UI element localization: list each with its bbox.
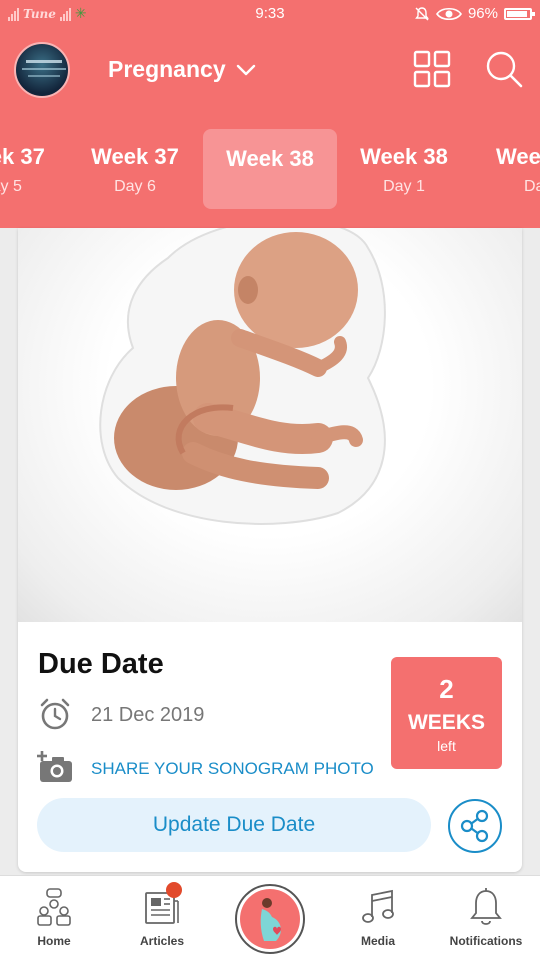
pregnancy-center-button[interactable] [235, 884, 305, 954]
app-header: Pregnancy [0, 28, 540, 110]
share-icon [460, 809, 489, 843]
nav-articles[interactable]: Articles [108, 876, 216, 960]
due-date-card: Due Date 21 Dec 2019 SHARE YOUR SONOGRAM… [18, 228, 522, 872]
weeks-left-unit: WEEKS [407, 711, 485, 734]
week-tab-selected[interactable]: Week 38 [203, 129, 337, 209]
week-label: Week 37 [0, 144, 45, 169]
weeks-left-badge: 2 WEEKS left [391, 657, 502, 769]
week-label: Week 38 [496, 144, 540, 169]
nav-home[interactable]: Home [0, 876, 108, 960]
week-label: Week 38 [360, 144, 448, 169]
nav-home-label: Home [37, 934, 71, 948]
week-tab[interactable]: Week 37 Day 5 [0, 129, 68, 209]
day-label: Day 6 [114, 178, 156, 195]
nav-notifications[interactable]: Notifications [432, 876, 540, 960]
search-icon[interactable] [485, 50, 523, 88]
share-button[interactable] [448, 799, 502, 853]
alarm-off-icon [415, 6, 429, 20]
update-due-date-button[interactable]: Update Due Date [37, 798, 431, 852]
eye-icon [435, 7, 462, 20]
pregnant-mother-icon [240, 889, 300, 949]
week-label: Week 37 [91, 144, 179, 169]
week-tab[interactable]: Week 38 Day 2 [472, 129, 540, 209]
grid-view-icon[interactable] [413, 50, 451, 88]
week-tab[interactable]: Week 37 Day 6 [68, 129, 202, 209]
fetus-image [99, 228, 386, 525]
bottom-nav: Home Articles Media Notifications [0, 875, 540, 960]
articles-notification-badge [166, 882, 182, 898]
week-tab[interactable]: Week 38 Day 1 [337, 129, 471, 209]
nav-media-label: Media [360, 934, 395, 948]
status-bar: Tune ✳ 9:33 96% [0, 0, 540, 28]
weeks-left-number: 2 [439, 674, 454, 704]
add-photo-icon[interactable] [36, 750, 74, 784]
battery-icon [504, 7, 535, 20]
music-note-icon [362, 889, 394, 923]
share-sonogram-link[interactable]: SHARE YOUR SONOGRAM PHOTO [91, 759, 374, 779]
pregnancy-dropdown[interactable]: Pregnancy [108, 56, 256, 83]
day-label: Day 5 [0, 178, 22, 195]
profile-avatar[interactable] [14, 42, 70, 98]
battery-percent: 96% [467, 5, 498, 22]
week-label: Week 38 [226, 146, 314, 171]
status-right: 96% [414, 5, 535, 22]
alarm-clock-icon [40, 698, 70, 730]
day-label: Day 2 [524, 178, 540, 195]
page-title: Pregnancy [108, 56, 226, 82]
nav-articles-label: Articles [139, 934, 185, 948]
community-icon [37, 888, 71, 926]
nav-media[interactable]: Media [324, 876, 432, 960]
due-date-value: 21 Dec 2019 [91, 704, 205, 726]
day-label: Day 1 [383, 178, 425, 195]
chevron-down-icon [236, 64, 255, 75]
fetus-illustration [18, 228, 522, 622]
nav-notifications-label: Notifications [449, 934, 523, 948]
weeks-left-label: left [437, 738, 456, 754]
week-selector[interactable]: Week 37 Day 5 Week 37 Day 6 Week 38 Week… [0, 110, 540, 228]
due-date-title: Due Date [38, 648, 164, 680]
bell-icon [470, 888, 502, 925]
